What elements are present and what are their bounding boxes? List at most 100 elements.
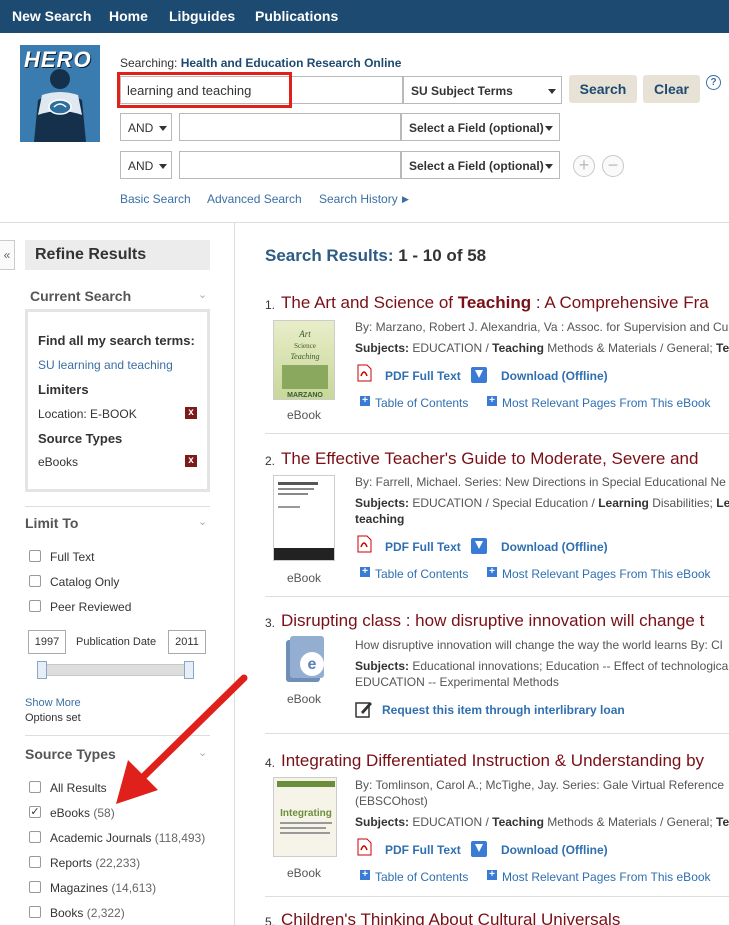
reports-checkbox[interactable]: [29, 856, 41, 868]
pdf-icon[interactable]: [357, 535, 372, 553]
table-of-contents-link[interactable]: Table of Contents: [375, 396, 468, 410]
expand-plus-icon[interactable]: +: [360, 396, 370, 406]
books-label[interactable]: Books (2,322): [50, 906, 125, 920]
clear-button[interactable]: Clear: [643, 75, 700, 103]
current-search-heading[interactable]: Current Search: [30, 288, 131, 304]
section-divider: [25, 506, 210, 507]
relevant-pages-link[interactable]: Most Relevant Pages From This eBook: [502, 870, 711, 884]
peer-reviewed-checkbox[interactable]: [29, 600, 41, 612]
result-byline-continued: (EBSCOhost): [355, 794, 428, 808]
searching-label: Searching: Health and Education Research…: [120, 56, 401, 70]
nav-home[interactable]: Home: [109, 8, 148, 24]
expand-plus-icon[interactable]: +: [487, 870, 497, 880]
ebooks-checkbox[interactable]: ✓: [29, 806, 41, 818]
pdf-full-text-link[interactable]: PDF Full Text: [385, 369, 461, 383]
remove-row-button[interactable]: −: [602, 155, 624, 177]
nav-libguides[interactable]: Libguides: [169, 8, 235, 24]
all-results-label[interactable]: All Results: [50, 781, 107, 795]
search-input-2[interactable]: [179, 113, 401, 141]
remove-limiter-icon[interactable]: x: [185, 407, 197, 419]
database-name[interactable]: Health and Education Research Online: [181, 56, 402, 70]
add-row-button[interactable]: +: [573, 155, 595, 177]
download-offline-link[interactable]: Download (Offline): [501, 540, 608, 554]
catalog-only-checkbox[interactable]: [29, 575, 41, 587]
source-option-count: (58): [93, 806, 115, 820]
expand-plus-icon[interactable]: +: [360, 567, 370, 577]
svg-text:Science: Science: [294, 342, 316, 350]
nav-publications[interactable]: Publications: [255, 8, 338, 24]
book-cover-image[interactable]: Integrating: [273, 777, 337, 857]
source-types-heading[interactable]: Source Types: [25, 746, 116, 762]
download-icon[interactable]: [471, 538, 487, 554]
relevant-pages-link[interactable]: Most Relevant Pages From This eBook: [502, 396, 711, 410]
ebook-icon[interactable]: e: [284, 636, 326, 684]
basic-search-link[interactable]: Basic Search: [120, 192, 191, 206]
collapse-sidebar-button[interactable]: «: [0, 240, 15, 270]
academic-journals-checkbox[interactable]: [29, 831, 41, 843]
search-history-link[interactable]: Search History: [319, 192, 398, 206]
download-offline-link[interactable]: Download (Offline): [501, 369, 608, 383]
subject-text: EDUCATION /: [409, 341, 493, 355]
ebooks-label[interactable]: eBooks (58): [50, 806, 115, 820]
limit-to-heading[interactable]: Limit To: [25, 515, 78, 531]
chevron-down-icon[interactable]: ⌄: [198, 515, 207, 528]
download-icon[interactable]: [471, 841, 487, 857]
advanced-search-link[interactable]: Advanced Search: [207, 192, 302, 206]
edit-request-icon[interactable]: [355, 700, 373, 718]
download-offline-link[interactable]: Download (Offline): [501, 843, 608, 857]
help-icon[interactable]: ?: [706, 75, 721, 90]
all-results-checkbox[interactable]: [29, 781, 41, 793]
nav-new-search[interactable]: New Search: [12, 8, 91, 24]
expand-plus-icon[interactable]: +: [487, 567, 497, 577]
academic-journals-label[interactable]: Academic Journals (118,493): [50, 831, 205, 845]
reports-label[interactable]: Reports (22,233): [50, 856, 140, 870]
full-text-label[interactable]: Full Text: [50, 550, 94, 564]
interlibrary-loan-link[interactable]: Request this item through interlibrary l…: [382, 703, 625, 717]
result-title-link[interactable]: Integrating Differentiated Instruction &…: [281, 751, 704, 771]
result-title-link[interactable]: The Art and Science of Teaching : A Comp…: [281, 293, 709, 313]
magazines-checkbox[interactable]: [29, 881, 41, 893]
search-term-link[interactable]: SU learning and teaching: [38, 358, 173, 372]
field-select-1[interactable]: SU Subject Terms: [403, 76, 562, 104]
peer-reviewed-label[interactable]: Peer Reviewed: [50, 600, 131, 614]
header-divider: [0, 222, 729, 223]
result-separator: [265, 896, 729, 897]
book-cover-image[interactable]: Art Science Teaching MARZANO: [273, 320, 335, 400]
pdf-icon[interactable]: [357, 364, 372, 382]
hero-logo[interactable]: HERO: [20, 45, 100, 142]
date-to-input[interactable]: 2011: [168, 630, 206, 654]
results-heading: Search Results: 1 - 10 of 58: [265, 246, 486, 266]
chevron-down-icon[interactable]: ⌄: [198, 288, 207, 301]
show-more-link[interactable]: Show More: [25, 697, 81, 709]
pdf-icon[interactable]: [357, 838, 372, 856]
expand-plus-icon[interactable]: +: [487, 396, 497, 406]
field-select-2[interactable]: Select a Field (optional): [401, 113, 560, 141]
book-cover-image[interactable]: [273, 475, 335, 561]
search-input-3[interactable]: [179, 151, 401, 179]
boolean-select-3[interactable]: AND: [120, 151, 172, 179]
slider-handle-start[interactable]: [37, 661, 47, 679]
pdf-full-text-link[interactable]: PDF Full Text: [385, 843, 461, 857]
books-checkbox[interactable]: [29, 906, 41, 918]
date-from-input[interactable]: 1997: [28, 630, 66, 654]
result-title-link[interactable]: The Effective Teacher's Guide to Moderat…: [281, 449, 698, 469]
relevant-pages-link[interactable]: Most Relevant Pages From This eBook: [502, 567, 711, 581]
table-of-contents-link[interactable]: Table of Contents: [375, 870, 468, 884]
remove-source-type-icon[interactable]: x: [185, 455, 197, 467]
table-of-contents-link[interactable]: Table of Contents: [375, 567, 468, 581]
expand-plus-icon[interactable]: +: [360, 870, 370, 880]
magazines-label[interactable]: Magazines (14,613): [50, 881, 156, 895]
result-title-link[interactable]: Children's Thinking About Cultural Unive…: [281, 910, 620, 925]
subject-highlight: Teaching: [492, 815, 544, 829]
boolean-select-2[interactable]: AND: [120, 113, 172, 141]
result-title-link[interactable]: Disrupting class : how disruptive innova…: [281, 611, 704, 631]
download-icon[interactable]: [471, 367, 487, 383]
search-button[interactable]: Search: [569, 75, 637, 103]
pdf-full-text-link[interactable]: PDF Full Text: [385, 540, 461, 554]
book-cover-icon: Art Science Teaching MARZANO: [282, 329, 328, 399]
result-number: 3.: [265, 616, 276, 630]
full-text-checkbox[interactable]: [29, 550, 41, 562]
field-select-3[interactable]: Select a Field (optional): [401, 151, 560, 179]
field-select-1-value: SU Subject Terms: [411, 84, 513, 98]
catalog-only-label[interactable]: Catalog Only: [50, 575, 119, 589]
